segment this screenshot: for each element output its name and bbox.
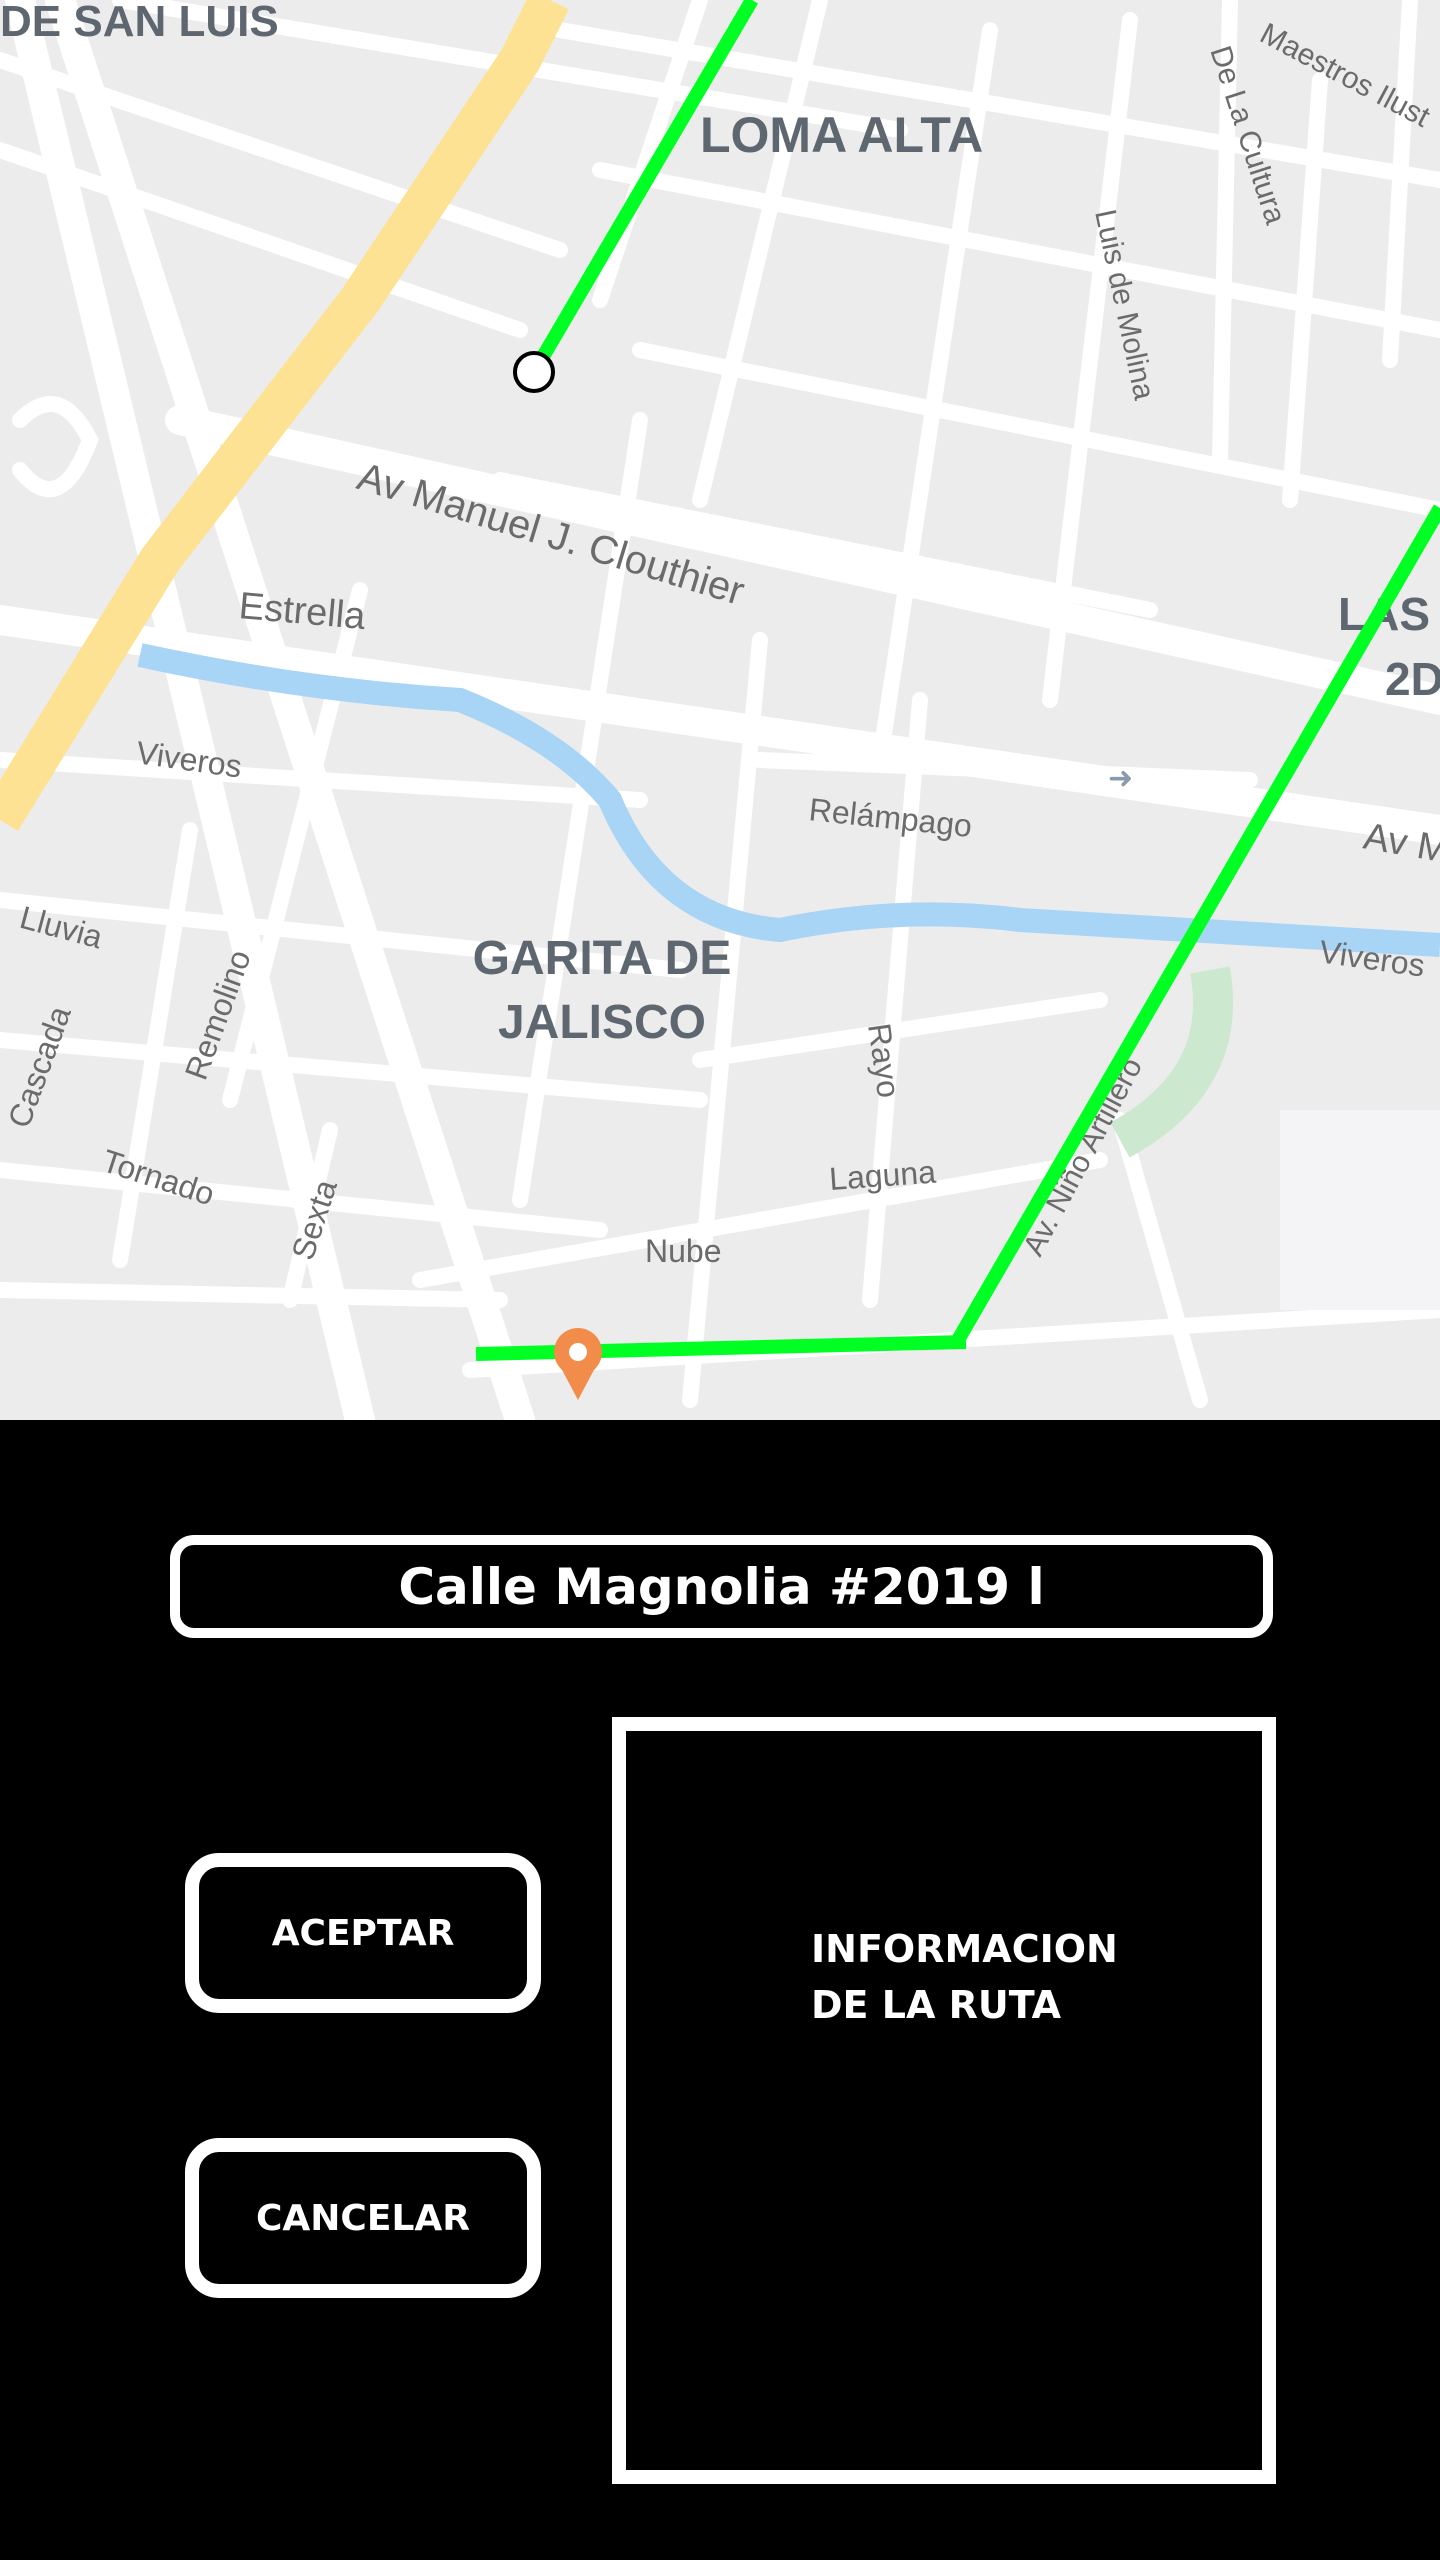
route-info-title: INFORMACION DE LA RUTA bbox=[811, 1921, 1131, 2033]
area-label-san-luis: DE SAN LUIS bbox=[0, 0, 279, 46]
block-area bbox=[1280, 1110, 1440, 1310]
accept-button[interactable]: ACEPTAR bbox=[185, 1853, 541, 2013]
cancel-button-label: CANCELAR bbox=[256, 2197, 470, 2239]
accept-button-label: ACEPTAR bbox=[271, 1912, 455, 1954]
street-label-nube: Nube bbox=[645, 1233, 722, 1269]
area-label-las-line2: 2D bbox=[1385, 653, 1440, 705]
map-canvas[interactable]: DE SAN LUIS LOMA ALTA GARITA DE JALISCO … bbox=[0, 0, 1440, 1420]
street-label-laguna: Laguna bbox=[828, 1154, 937, 1197]
address-text: Calle Magnolia #2019 l bbox=[398, 1557, 1045, 1616]
one-way-arrow-icon: ➜ bbox=[1108, 762, 1133, 795]
address-field[interactable]: Calle Magnolia #2019 l bbox=[170, 1535, 1273, 1638]
route-start-point[interactable] bbox=[513, 351, 555, 393]
area-label-garita-line1: GARITA DE bbox=[473, 932, 732, 985]
route-info-line2: DE LA RUTA bbox=[811, 1983, 1062, 2027]
route-map[interactable]: DE SAN LUIS LOMA ALTA GARITA DE JALISCO … bbox=[0, 0, 1440, 1420]
area-label-loma-alta: LOMA ALTA bbox=[700, 107, 983, 163]
route-info-line1: INFORMACION bbox=[811, 1927, 1118, 1971]
route-info-panel: INFORMACION DE LA RUTA bbox=[612, 1717, 1276, 2484]
area-label-garita-line2: JALISCO bbox=[498, 996, 706, 1049]
cancel-button[interactable]: CANCELAR bbox=[185, 2138, 541, 2298]
